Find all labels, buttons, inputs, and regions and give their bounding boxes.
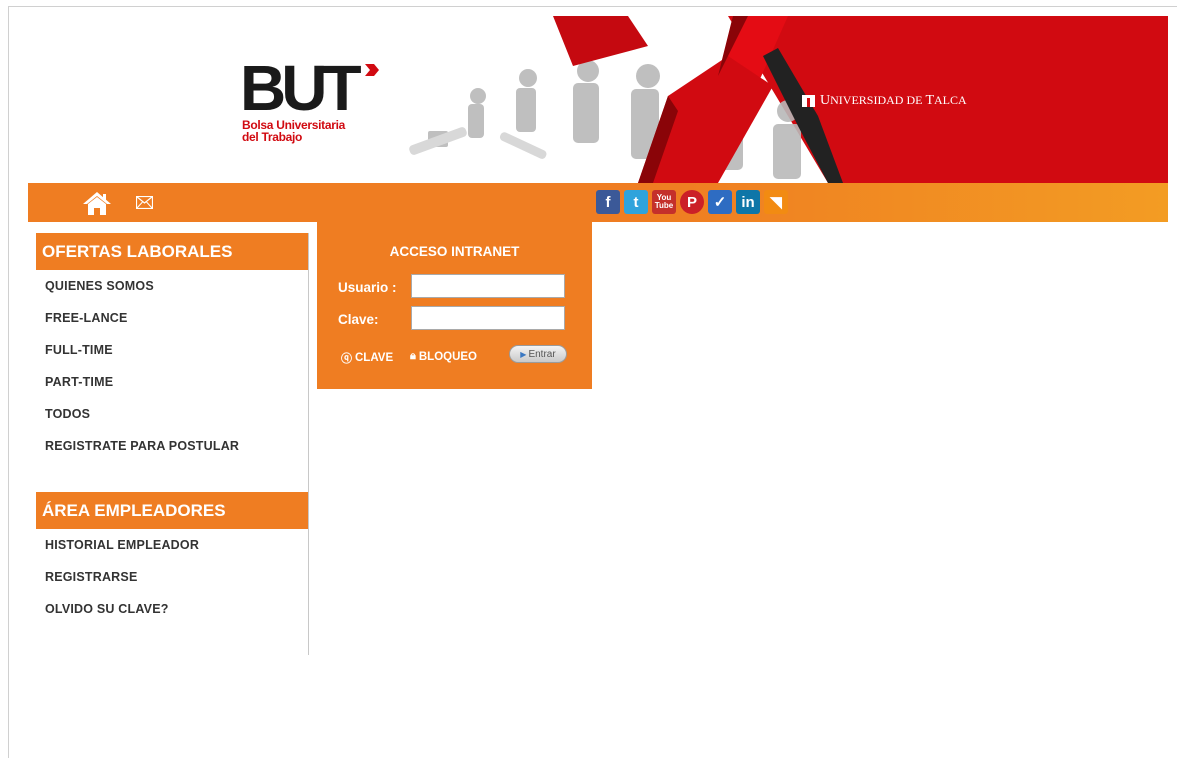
rss-icon[interactable]: ◥ [764,190,788,214]
question-circle-icon: ⓠ [341,353,352,365]
forgot-password-link[interactable]: ⓠ CLAVE [341,350,393,366]
university-logo[interactable]: UNIVERSIDAD DE TALCA [802,93,967,109]
sidebar-heading-ofertas: OFERTAS LABORALES [36,233,308,270]
delicious-icon[interactable]: ✓ [708,190,732,214]
university-name-part1: NIVERSIDAD DE [830,93,926,107]
sidebar-item-historial-empleador[interactable]: HISTORIAL EMPLEADOR [36,529,308,561]
university-initial-u: U [820,93,831,108]
page-border-left [8,6,9,758]
youtube-icon[interactable]: You Tube [652,190,676,214]
sidebar-item-part-time[interactable]: PART-TIME [36,366,308,398]
banner-graphic [409,16,1168,183]
password-label: Clave: [338,312,379,327]
sidebar-item-full-time[interactable]: FULL-TIME [36,334,308,366]
login-submit-button[interactable]: ▶ Entrar [509,345,567,363]
but-logo: BUT [240,52,362,124]
sidebar-item-todos[interactable]: TODOS [36,398,308,430]
lock-icon: 🔒︎ [410,350,416,362]
play-icon: ▶ [520,349,527,359]
logo-arrow-icon [365,64,379,76]
forgot-password-label: CLAVE [355,352,394,364]
sidebar-item-quienes-somos[interactable]: QUIENES SOMOS [36,270,308,302]
twitter-icon[interactable]: t [624,190,648,214]
logo-subtitle: Bolsa Universitaria del Trabajo [242,119,345,143]
top-navbar: f t You Tube P ✓ in ◥ [28,183,1168,222]
youtube-text-bottom: Tube [654,201,674,210]
sidebar-heading-empleadores: ÁREA EMPLEADORES [36,492,308,529]
sidebar-item-olvido-clave[interactable]: OLVIDO SU CLAVE? [36,593,308,625]
sidebar: OFERTAS LABORALES QUIENES SOMOS FREE-LAN… [36,233,309,655]
header-banner: BUT Bolsa Universitaria del Trabajo UNIV… [28,16,1168,183]
username-label: Usuario : [338,280,397,295]
intranet-login-box: ACCESO INTRANET Usuario : Clave: ⓠ CLAVE… [317,222,592,389]
sidebar-item-registrarse[interactable]: REGISTRARSE [36,561,308,593]
linkedin-icon[interactable]: in [736,190,760,214]
university-shield-icon [802,95,815,107]
university-initial-t: T [925,93,935,108]
facebook-icon[interactable]: f [596,190,620,214]
login-submit-label: Entrar [528,348,556,360]
university-name: UNIVERSIDAD DE TALCA [820,93,967,109]
page-border-top [8,6,1177,7]
mail-icon[interactable] [136,196,153,209]
unlock-account-link[interactable]: 🔒︎ BLOQUEO [410,350,477,363]
login-title: ACCESO INTRANET [389,244,520,259]
sidebar-item-free-lance[interactable]: FREE-LANCE [36,302,308,334]
university-name-part2: ALCA [934,93,967,107]
social-links: f t You Tube P ✓ in ◥ [596,190,788,214]
logo-subtitle-line2: del Trabajo [242,130,303,144]
home-icon[interactable] [82,191,112,216]
sidebar-item-registrate[interactable]: REGISTRATE PARA POSTULAR [36,430,308,462]
pinterest-icon[interactable]: P [680,190,704,214]
unlock-account-label: BLOQUEO [418,350,477,363]
username-input[interactable] [411,274,565,298]
password-input[interactable] [411,306,565,330]
